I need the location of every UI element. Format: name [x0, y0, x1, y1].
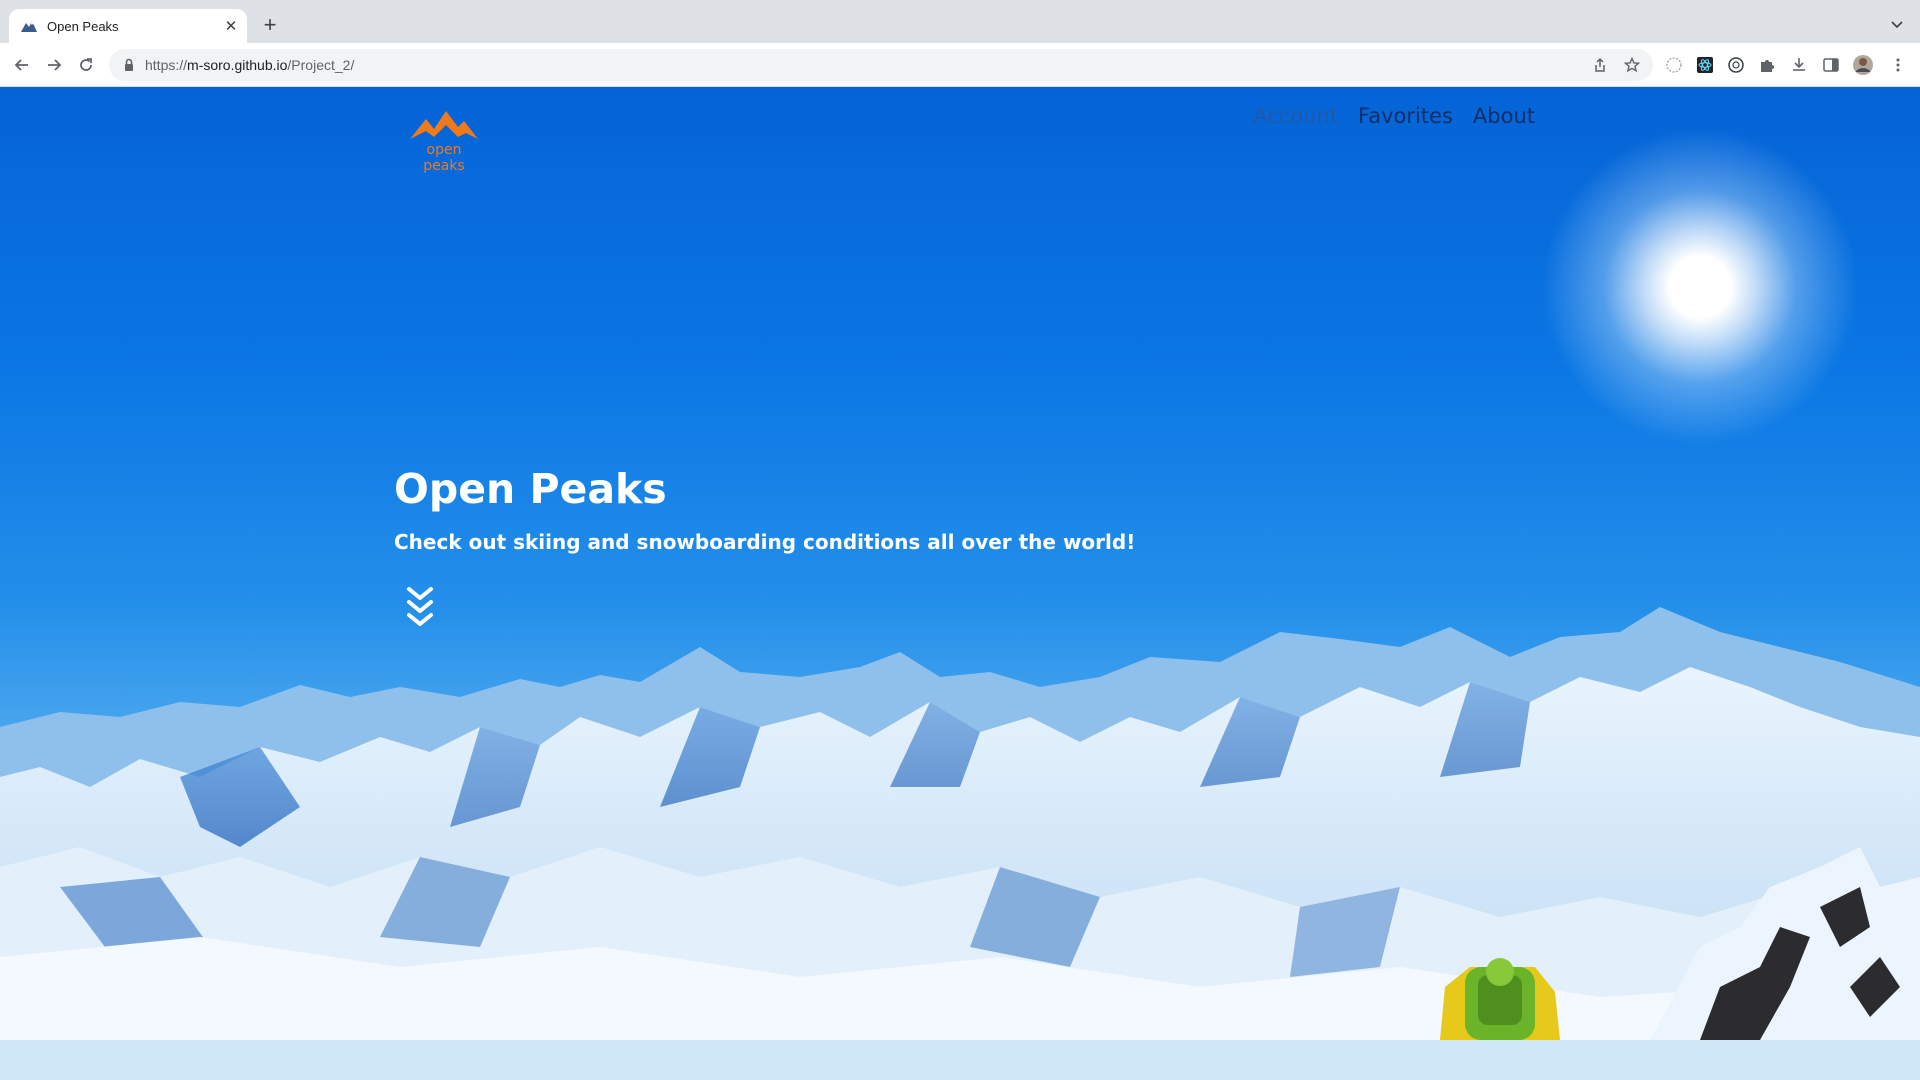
address-bar[interactable]: https://m-soro.github.io/Project_2/	[109, 49, 1653, 81]
url-path: /Project_2/	[287, 57, 355, 73]
logo-text: open peaks	[423, 142, 465, 174]
share-icon[interactable]	[1589, 54, 1611, 76]
hero-title: Open Peaks	[394, 465, 667, 513]
mountain-range-image	[0, 607, 1920, 1040]
nav-favorites-link[interactable]: Favorites	[1358, 104, 1453, 128]
site-logo[interactable]: open peaks	[406, 107, 482, 174]
browser-toolbar: https://m-soro.github.io/Project_2/	[0, 43, 1920, 87]
arrow-right-icon[interactable]	[42, 53, 66, 77]
url-text[interactable]: https://m-soro.github.io/Project_2/	[145, 57, 1589, 73]
hero-banner: open peaks Account Favorites About Open …	[0, 87, 1920, 1040]
next-section	[0, 1040, 1920, 1080]
openai-icon[interactable]	[1724, 53, 1748, 77]
chevron-double-down-icon[interactable]	[405, 585, 435, 629]
hero-subtitle: Check out skiing and snowboarding condit…	[394, 530, 1136, 554]
star-icon[interactable]	[1621, 54, 1643, 76]
avatar[interactable]	[1851, 53, 1875, 77]
plus-icon[interactable]: +	[258, 12, 282, 37]
mountain-icon	[410, 111, 478, 139]
puzzle-icon[interactable]	[1755, 53, 1779, 77]
download-icon[interactable]	[1787, 53, 1811, 77]
kebab-menu-icon[interactable]	[1886, 53, 1910, 77]
mountain-icon	[21, 18, 37, 34]
tab-strip: Open Peaks ✕ +	[0, 0, 1920, 43]
tab-title: Open Peaks	[47, 18, 119, 34]
nav-account-link[interactable]: Account	[1253, 104, 1338, 128]
url-prefix: https://	[145, 57, 188, 73]
url-host: m-soro.github.io	[187, 57, 288, 73]
arrow-left-icon[interactable]	[10, 53, 34, 77]
browser-tab[interactable]: Open Peaks ✕	[9, 9, 247, 43]
page-viewport: open peaks Account Favorites About Open …	[0, 87, 1920, 1080]
site-nav: Account Favorites About	[1253, 104, 1535, 128]
reload-icon[interactable]	[74, 53, 98, 77]
close-icon[interactable]: ✕	[221, 16, 241, 36]
moon-extension-icon[interactable]	[1662, 53, 1686, 77]
react-devtools-icon[interactable]	[1693, 53, 1717, 77]
side-panel-icon[interactable]	[1819, 53, 1843, 77]
lock-icon[interactable]	[121, 57, 137, 73]
nav-about-link[interactable]: About	[1473, 104, 1535, 128]
chevron-down-icon[interactable]	[1888, 15, 1906, 33]
